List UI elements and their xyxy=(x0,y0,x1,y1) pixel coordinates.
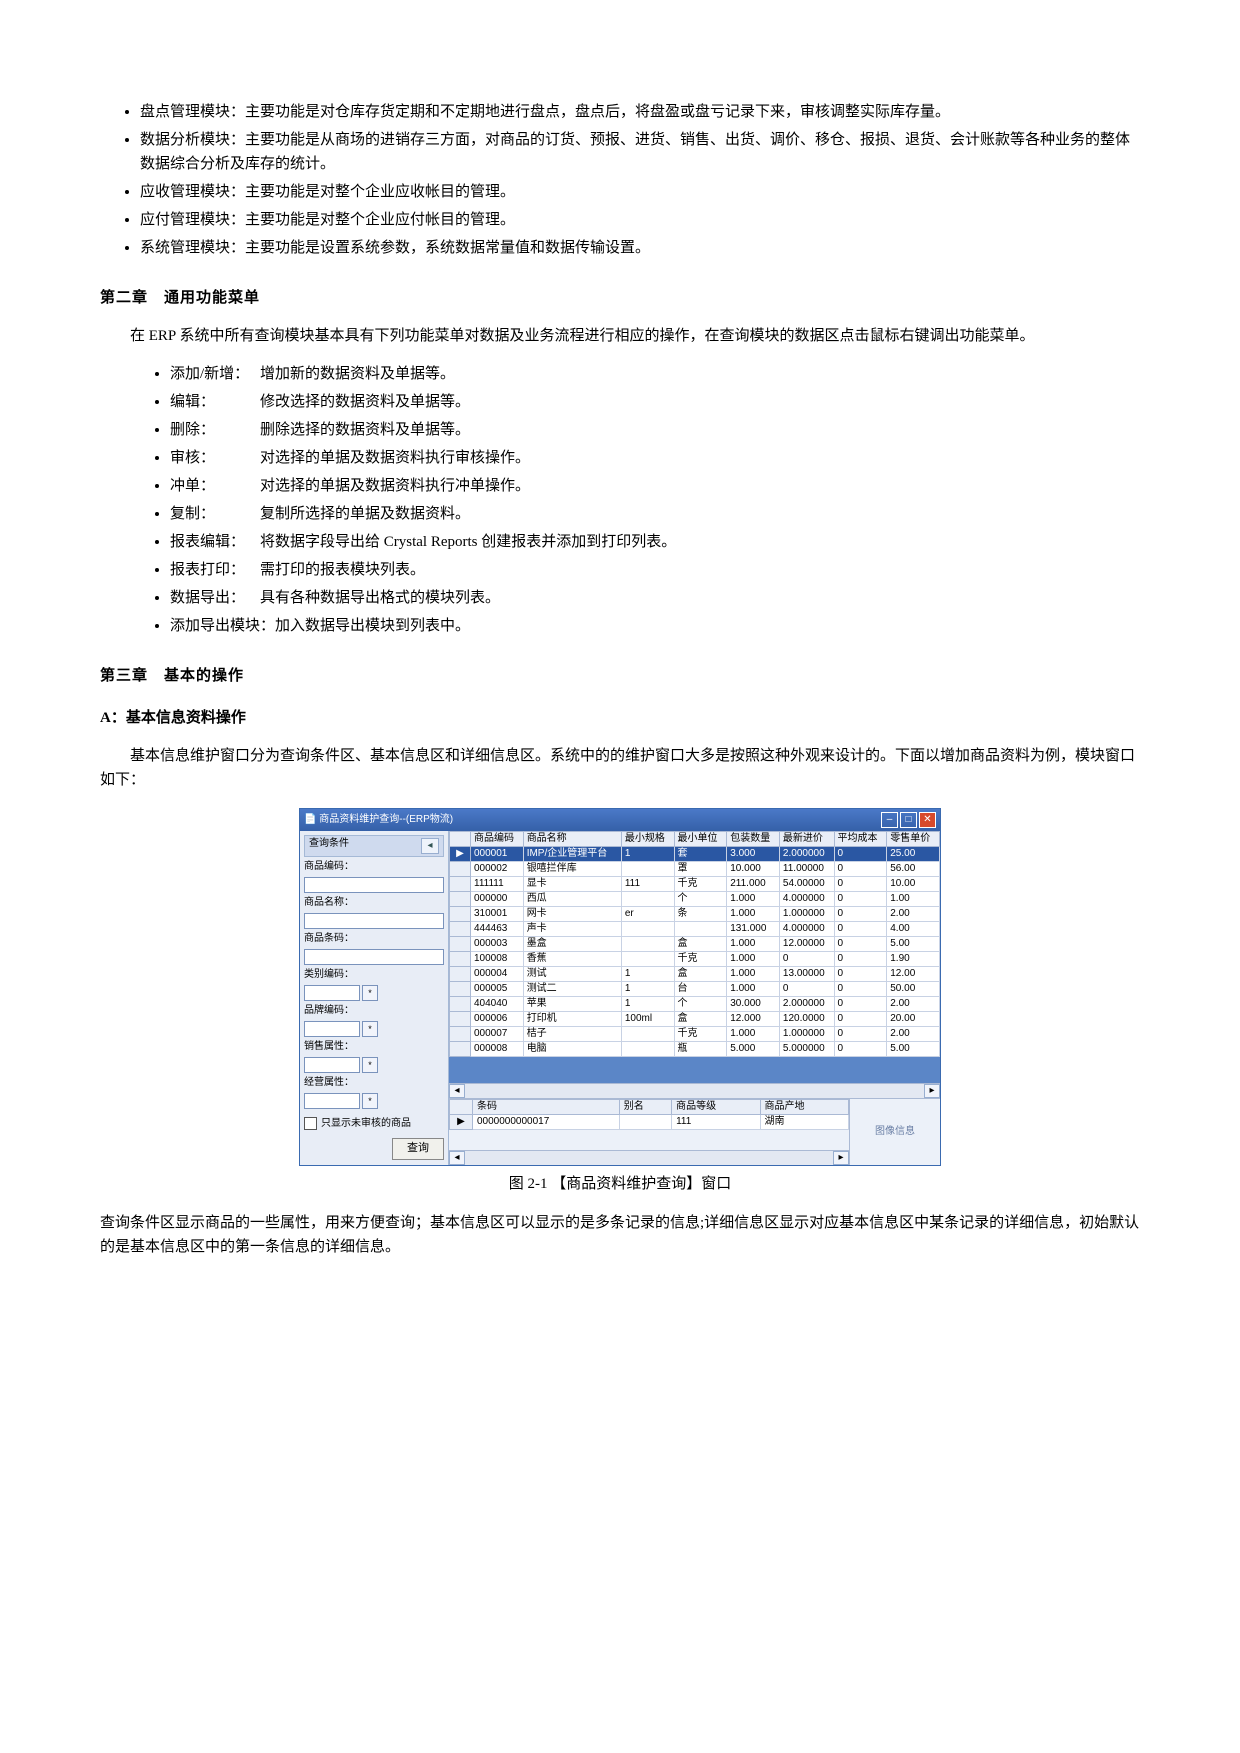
query-button[interactable]: 查询 xyxy=(392,1138,444,1160)
table-row[interactable]: 310001网卡er条1.0001.00000002.00 xyxy=(450,907,940,922)
chapter3-title: 第三章 基本的操作 xyxy=(100,664,1140,688)
menu-item: 报表打印：需打印的报表模块列表。 xyxy=(170,558,1140,582)
image-info-panel: 图像信息 xyxy=(849,1099,940,1165)
cat-input[interactable] xyxy=(304,985,360,1001)
column-header[interactable]: 最小规格 xyxy=(621,832,674,847)
table-row[interactable]: 000000西瓜个1.0004.00000001.00 xyxy=(450,892,940,907)
menu-item: 添加导出模块：加入数据导出模块到列表中。 xyxy=(170,614,1140,638)
menu-item: 报表编辑：将数据字段导出给 Crystal Reports 创建报表并添加到打印… xyxy=(170,530,1140,554)
module-bullet: 应付管理模块：主要功能是对整个企业应付帐目的管理。 xyxy=(140,208,1140,232)
section-a-title: A：基本信息资料操作 xyxy=(100,706,1140,730)
label-barcode: 商品条码： xyxy=(304,933,364,945)
document-page: 盘点管理模块：主要功能是对仓库存货定期和不定期地进行盘点，盘点后，将盘盈或盘亏记… xyxy=(0,0,1240,1334)
chapter2-intro: 在 ERP 系统中所有查询模块基本具有下列功能菜单对数据及业务流程进行相应的操作… xyxy=(100,324,1140,348)
only-unreviewed-checkbox[interactable]: 只显示未审核的商品 xyxy=(304,1117,444,1130)
menu-item: 复制：复制所选择的单据及数据资料。 xyxy=(170,502,1140,526)
menu-item: 审核：对选择的单据及数据资料执行审核操作。 xyxy=(170,446,1140,470)
module-bullet-list: 盘点管理模块：主要功能是对仓库存货定期和不定期地进行盘点，盘点后，将盘盈或盘亏记… xyxy=(100,100,1140,260)
module-bullet: 盘点管理模块：主要功能是对仓库存货定期和不定期地进行盘点，盘点后，将盘盈或盘亏记… xyxy=(140,100,1140,124)
brand-lookup-icon[interactable]: * xyxy=(362,1021,378,1037)
sales-input[interactable] xyxy=(304,1057,360,1073)
scroll-left-icon[interactable]: ◂ xyxy=(449,1151,465,1165)
menu-item: 数据导出：具有各种数据导出格式的模块列表。 xyxy=(170,586,1140,610)
detail-area: 条码别名商品等级商品产地 ▶0000000000017111湖南 ◂ ▸ 图像信… xyxy=(449,1098,940,1165)
cat-lookup-icon[interactable]: * xyxy=(362,985,378,1001)
menu-item: 编辑：修改选择的数据资料及单据等。 xyxy=(170,390,1140,414)
table-row[interactable]: ▶000001IMP/企业管理平台1套3.0002.000000025.00 xyxy=(450,847,940,862)
query-panel: 查询条件 ◂ 商品编码： 商品名称： 商品条码： 类别编码： * 品牌编码： *… xyxy=(300,831,449,1165)
scroll-right-icon[interactable]: ▸ xyxy=(833,1151,849,1165)
table-row[interactable]: 000003墨盒盒1.00012.0000005.00 xyxy=(450,937,940,952)
label-brand: 品牌编码： xyxy=(304,1005,364,1017)
table-row[interactable]: 000005测试二1台1.0000050.00 xyxy=(450,982,940,997)
barcode-input[interactable] xyxy=(304,949,444,965)
column-header[interactable]: 别名 xyxy=(619,1100,671,1115)
scroll-right-icon[interactable]: ▸ xyxy=(924,1084,940,1098)
table-row[interactable]: 000007桔子千克1.0001.00000002.00 xyxy=(450,1027,940,1042)
chapter2-title: 第二章 通用功能菜单 xyxy=(100,286,1140,310)
column-header[interactable]: 商品名称 xyxy=(523,832,621,847)
table-row[interactable]: 444463声卡131.0004.00000004.00 xyxy=(450,922,940,937)
section-a-intro: 基本信息维护窗口分为查询条件区、基本信息区和详细信息区。系统中的的维护窗口大多是… xyxy=(100,744,1140,792)
table-row[interactable]: 000006打印机100ml盒12.000120.0000020.00 xyxy=(450,1012,940,1027)
module-bullet: 系统管理模块：主要功能是设置系统参数，系统数据常量值和数据传输设置。 xyxy=(140,236,1140,260)
product-grid[interactable]: 商品编码商品名称最小规格最小单位包装数量最新进价平均成本零售单价 ▶000001… xyxy=(449,831,940,1057)
collapse-icon[interactable]: ◂ xyxy=(421,838,439,854)
menu-item: 删除：删除选择的数据资料及单据等。 xyxy=(170,418,1140,442)
column-header[interactable]: 条码 xyxy=(473,1100,620,1115)
column-header[interactable]: 零售单价 xyxy=(887,832,940,847)
context-menu-list: 添加/新增：增加新的数据资料及单据等。 编辑：修改选择的数据资料及单据等。 删除… xyxy=(100,362,1140,638)
name-input[interactable] xyxy=(304,913,444,929)
table-row[interactable]: 100008香蕉千克1.000001.90 xyxy=(450,952,940,967)
sales-lookup-icon[interactable]: * xyxy=(362,1057,378,1073)
window-titlebar[interactable]: 📄 商品资料维护查询--(ERP物流) – □ ✕ xyxy=(300,809,940,831)
h-scrollbar[interactable]: ◂ ▸ xyxy=(449,1083,940,1098)
erp-screenshot: 📄 商品资料维护查询--(ERP物流) – □ ✕ 查询条件 ◂ 商品编码： 商… xyxy=(299,808,941,1166)
label-sales: 销售属性： xyxy=(304,1041,364,1053)
scroll-left-icon[interactable]: ◂ xyxy=(449,1084,465,1098)
window-title: 📄 商品资料维护查询--(ERP物流) xyxy=(304,814,453,826)
label-biz: 经营属性： xyxy=(304,1077,364,1089)
query-panel-title: 查询条件 xyxy=(309,838,349,854)
label-name: 商品名称： xyxy=(304,897,364,909)
column-header[interactable]: 最新进价 xyxy=(779,832,834,847)
column-header[interactable]: 商品等级 xyxy=(672,1100,760,1115)
query-panel-header: 查询条件 ◂ xyxy=(304,835,444,857)
column-header[interactable]: 商品编码 xyxy=(471,832,524,847)
label-code: 商品编码： xyxy=(304,861,364,873)
detail-h-scrollbar[interactable]: ◂ ▸ xyxy=(449,1150,849,1165)
closing-paragraph: 查询条件区显示商品的一些属性，用来方便查询；基本信息区可以显示的是多条记录的信息… xyxy=(100,1211,1140,1259)
table-row[interactable]: 404040苹果1个30.0002.00000002.00 xyxy=(450,997,940,1012)
data-area: 商品编码商品名称最小规格最小单位包装数量最新进价平均成本零售单价 ▶000001… xyxy=(449,831,940,1165)
code-input[interactable] xyxy=(304,877,444,893)
menu-item: 冲单：对选择的单据及数据资料执行冲单操作。 xyxy=(170,474,1140,498)
minimize-icon[interactable]: – xyxy=(881,812,898,828)
table-row[interactable]: 111111显卡111千克211.00054.00000010.00 xyxy=(450,877,940,892)
module-bullet: 应收管理模块：主要功能是对整个企业应收帐目的管理。 xyxy=(140,180,1140,204)
biz-input[interactable] xyxy=(304,1093,360,1109)
brand-input[interactable] xyxy=(304,1021,360,1037)
figure-caption: 图 2-1 【商品资料维护查询】窗口 xyxy=(100,1172,1140,1196)
table-row[interactable]: 000002银嘻拦伴库罩10.00011.00000056.00 xyxy=(450,862,940,877)
column-header[interactable]: 包装数量 xyxy=(727,832,780,847)
table-row[interactable]: 000008电脑瓶5.0005.00000005.00 xyxy=(450,1042,940,1057)
column-header[interactable]: 最小单位 xyxy=(674,832,727,847)
column-header[interactable]: 商品产地 xyxy=(760,1100,848,1115)
column-header[interactable]: 平均成本 xyxy=(834,832,887,847)
menu-item: 添加/新增：增加新的数据资料及单据等。 xyxy=(170,362,1140,386)
close-icon[interactable]: ✕ xyxy=(919,812,936,828)
detail-grid[interactable]: 条码别名商品等级商品产地 ▶0000000000017111湖南 xyxy=(449,1099,849,1130)
checkbox-icon[interactable] xyxy=(304,1117,317,1130)
biz-lookup-icon[interactable]: * xyxy=(362,1093,378,1109)
maximize-icon[interactable]: □ xyxy=(900,812,917,828)
label-cat: 类别编码： xyxy=(304,969,364,981)
module-bullet: 数据分析模块：主要功能是从商场的进销存三方面，对商品的订货、预报、进货、销售、出… xyxy=(140,128,1140,176)
table-row[interactable]: 000004测试1盒1.00013.00000012.00 xyxy=(450,967,940,982)
